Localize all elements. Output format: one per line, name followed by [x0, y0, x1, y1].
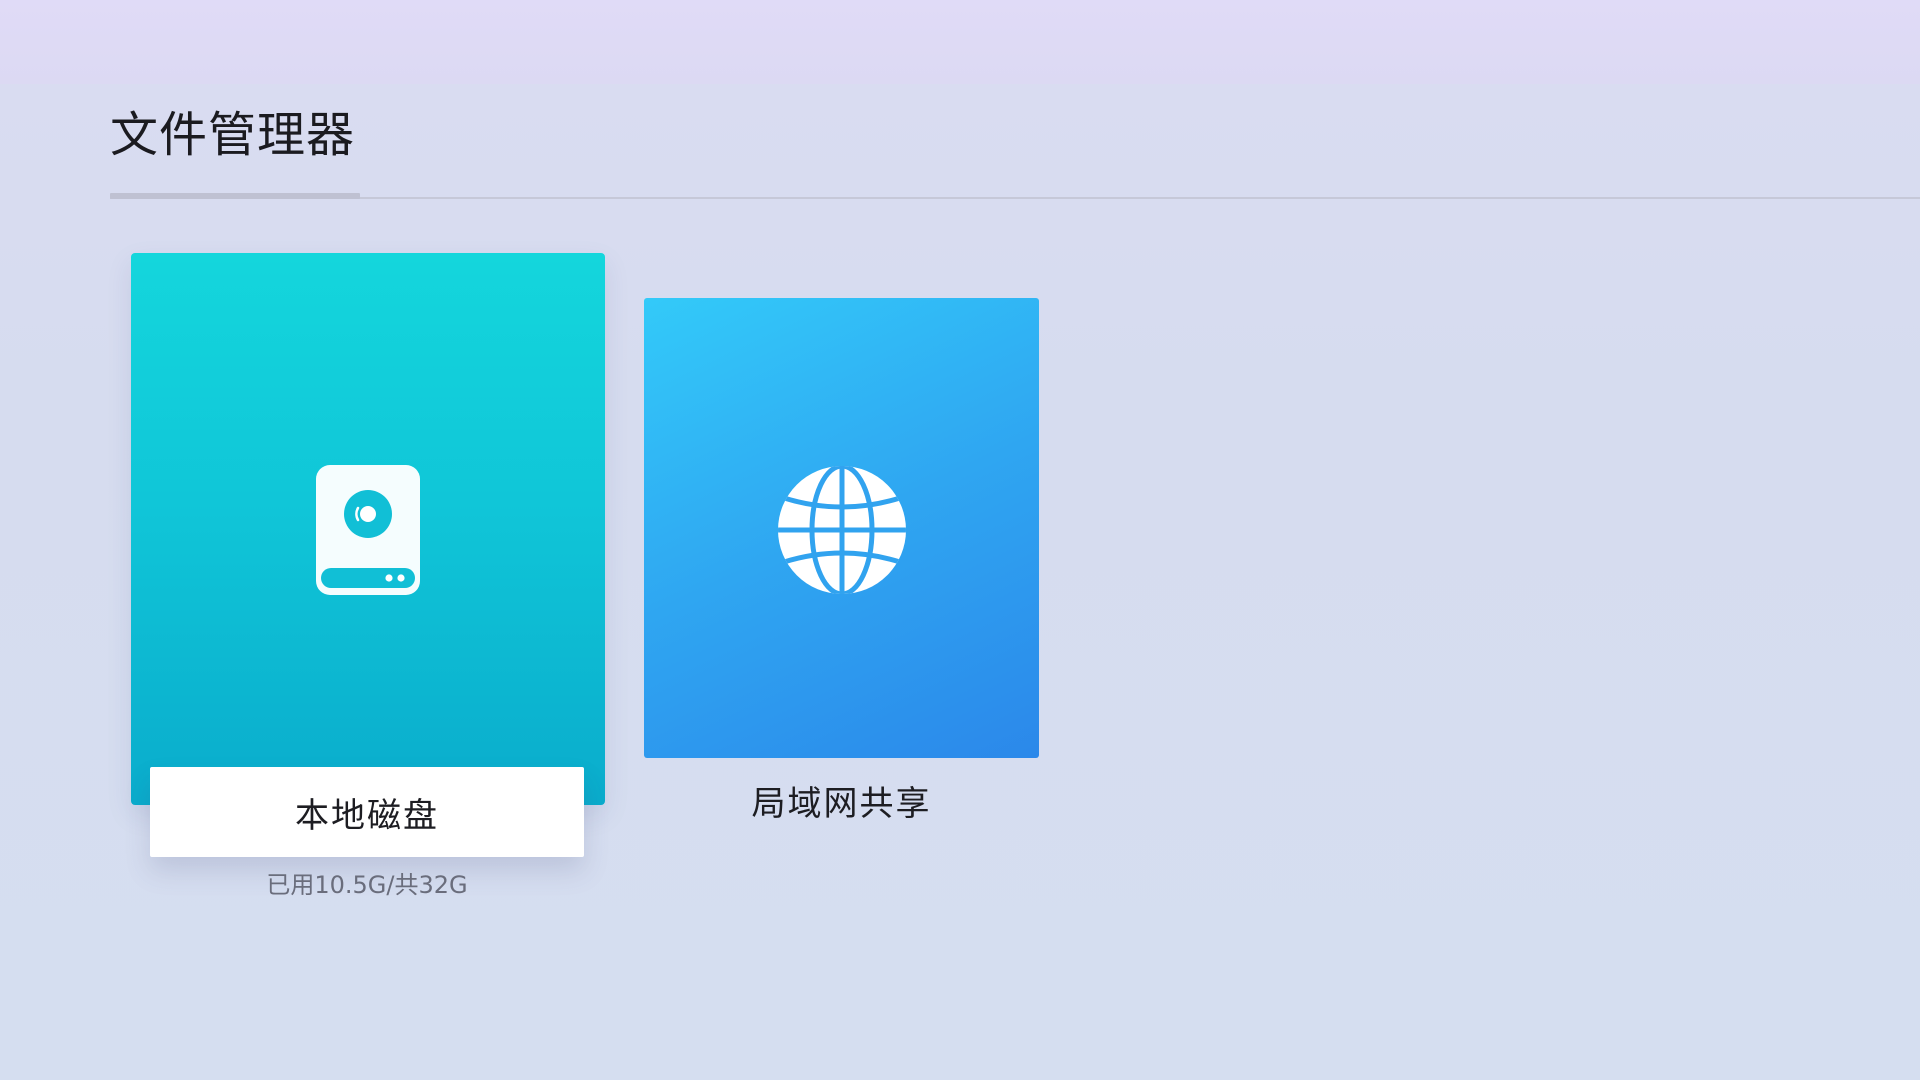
local-disk-label[interactable]: 本地磁盘 [150, 767, 584, 857]
local-disk-card[interactable] [131, 253, 605, 805]
header-divider [110, 197, 1920, 199]
globe-icon [778, 466, 906, 594]
title-underline [110, 193, 360, 199]
lan-share-card[interactable] [644, 298, 1039, 758]
lan-share-label[interactable]: 局域网共享 [644, 780, 1039, 828]
hard-disk-icon [316, 465, 420, 595]
top-band [0, 0, 1920, 84]
page-title: 文件管理器 [110, 107, 356, 163]
local-disk-usage: 已用10.5G/共32G [266, 871, 468, 899]
